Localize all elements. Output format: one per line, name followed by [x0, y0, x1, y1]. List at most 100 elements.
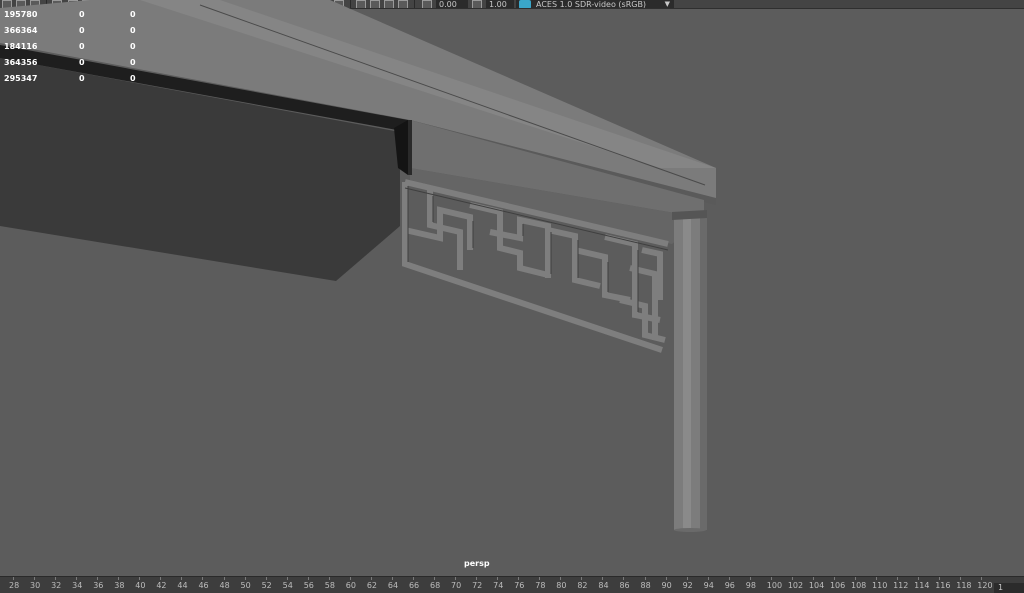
- hud-stat-row: 366364 0 0: [4, 26, 144, 38]
- camera-name-label: persp: [464, 559, 490, 568]
- time-slider-tick-mark: [181, 577, 183, 580]
- hud-stat-value: 0: [130, 58, 136, 67]
- time-slider-tick-label: 104: [808, 581, 825, 590]
- time-slider-tick-mark: [286, 577, 288, 580]
- time-slider-tick-label: 56: [303, 581, 314, 590]
- time-slider-tick-label: 40: [135, 581, 146, 590]
- time-slider-tick-mark: [960, 577, 962, 580]
- time-slider-tick-mark: [518, 577, 520, 580]
- time-slider-tick-mark: [455, 577, 457, 580]
- time-slider-tick-label: 46: [198, 581, 209, 590]
- time-slider-tick-mark: [13, 577, 14, 580]
- time-slider-tick-mark: [686, 577, 688, 580]
- hud-stat-value: 295347: [4, 74, 38, 83]
- hud-stat-value: 0: [79, 58, 85, 67]
- time-slider-tick-mark: [707, 577, 709, 580]
- viewport-scene: [0, 0, 716, 532]
- time-slider-tick-mark: [770, 577, 772, 580]
- time-slider-tick-mark: [833, 577, 835, 580]
- time-slider-tick-mark: [539, 577, 541, 580]
- time-slider-tick-mark: [202, 577, 204, 580]
- time-slider-tick-mark: [34, 577, 36, 580]
- time-slider-tick-label: 72: [472, 581, 483, 590]
- hud-stat-value: 0: [79, 10, 85, 19]
- time-slider-tick-mark: [476, 577, 478, 580]
- time-slider-tick-label: 110: [872, 581, 888, 590]
- time-slider-tick-label: 44: [177, 581, 188, 590]
- time-slider-tick-label: 94: [703, 581, 714, 590]
- time-slider-tick-mark: [244, 577, 246, 580]
- hud-stat-value: 0: [130, 74, 136, 83]
- time-slider-tick-mark: [855, 577, 856, 580]
- time-slider-tick-label: 92: [682, 581, 693, 590]
- time-slider-tick-label: 54: [282, 581, 293, 590]
- time-slider-tick-mark: [434, 577, 435, 580]
- time-slider-tick-label: 66: [408, 581, 420, 590]
- time-slider-tick-mark: [97, 577, 99, 580]
- time-slider-tick-mark: [791, 577, 793, 580]
- hud-stat-value: 0: [130, 42, 136, 51]
- hud-stat-value: 0: [130, 26, 136, 35]
- 3d-viewport[interactable]: 195780 0 0 366364 0 0 184116 0 0 364356 …: [0, 0, 1024, 576]
- time-slider-tick-label: 80: [556, 581, 567, 590]
- time-slider-tick-label: 114: [914, 581, 930, 590]
- hud-stat-row: 295347 0 0: [4, 74, 144, 86]
- time-slider-tick-label: 84: [598, 581, 609, 590]
- time-slider-tick-label: 38: [114, 581, 125, 590]
- time-slider-tick-label: 32: [51, 581, 62, 590]
- time-slider-tick-label: 118: [956, 581, 972, 590]
- time-slider-tick-mark: [644, 577, 646, 580]
- time-slider-tick-mark: [876, 577, 878, 580]
- time-slider-tick-mark: [981, 577, 983, 580]
- hud-stat-value: 0: [79, 42, 85, 51]
- hud-stat-value: 366364: [4, 26, 38, 35]
- time-slider-tick-mark: [307, 577, 309, 580]
- time-slider-tick-label: 120: [977, 581, 993, 590]
- current-frame-field[interactable]: 1: [994, 583, 1024, 593]
- column-highlight: [683, 212, 691, 530]
- time-slider-tick-mark: [412, 577, 414, 580]
- time-slider-tick-label: 36: [93, 581, 104, 590]
- time-slider-tick-label: 76: [514, 581, 525, 590]
- time-slider-tick-mark: [497, 577, 499, 580]
- hud-stat-row: 364356 0 0: [4, 58, 144, 70]
- time-slider-tick-label: 34: [72, 581, 83, 590]
- time-slider-tick-mark: [391, 577, 393, 580]
- time-slider-tick-mark: [55, 577, 57, 580]
- time-slider-tick-mark: [560, 577, 562, 580]
- hud-stat-value: 0: [79, 74, 85, 83]
- time-slider-tick-mark: [160, 577, 162, 580]
- time-slider-tick-label: 68: [430, 581, 441, 590]
- time-slider-tick-label: 90: [661, 581, 672, 590]
- time-slider-tick-mark: [223, 577, 225, 580]
- time-slider[interactable]: 28 30 32 34 36 38 40 42 44 46 48 50 52 54 56 58 60 62 64 66…: [0, 576, 1024, 593]
- time-slider-tick-label: 48: [219, 581, 230, 590]
- time-slider-tick-label: 96: [724, 581, 735, 590]
- hud-stat-value: 364356: [4, 58, 38, 67]
- time-slider-tick-label: 106: [829, 581, 846, 590]
- time-slider-tick-label: 116: [935, 581, 951, 590]
- time-slider-tick-mark: [749, 577, 751, 580]
- time-slider-tick-mark: [328, 577, 330, 580]
- hud-stat-value: 195780: [4, 10, 38, 19]
- time-slider-tick-mark: [812, 577, 814, 580]
- time-slider-tick-label: 100: [766, 581, 783, 590]
- time-slider-tick-label: 60: [345, 581, 356, 590]
- time-slider-tick-label: 62: [366, 581, 378, 590]
- time-slider-tick-mark: [76, 577, 78, 580]
- time-slider-tick-label: 112: [893, 581, 909, 590]
- time-slider-tick-mark: [139, 577, 141, 580]
- hud-stat-value: 0: [130, 10, 136, 19]
- time-slider-tick-mark: [118, 577, 120, 580]
- time-slider-tick-label: 70: [451, 581, 462, 590]
- time-slider-tick-label: 74: [493, 581, 504, 590]
- time-slider-tick-mark: [939, 577, 941, 580]
- beam-edge: [408, 120, 412, 175]
- time-slider-tick-mark: [897, 577, 899, 580]
- time-slider-tick-mark: [349, 577, 351, 580]
- time-slider-tick-label: 102: [787, 581, 804, 590]
- time-slider-tick-label: 98: [745, 581, 756, 590]
- time-slider-tick-label: 82: [577, 581, 588, 590]
- hud-stat-row: 195780 0 0: [4, 10, 144, 22]
- time-slider-tick-mark: [602, 577, 604, 580]
